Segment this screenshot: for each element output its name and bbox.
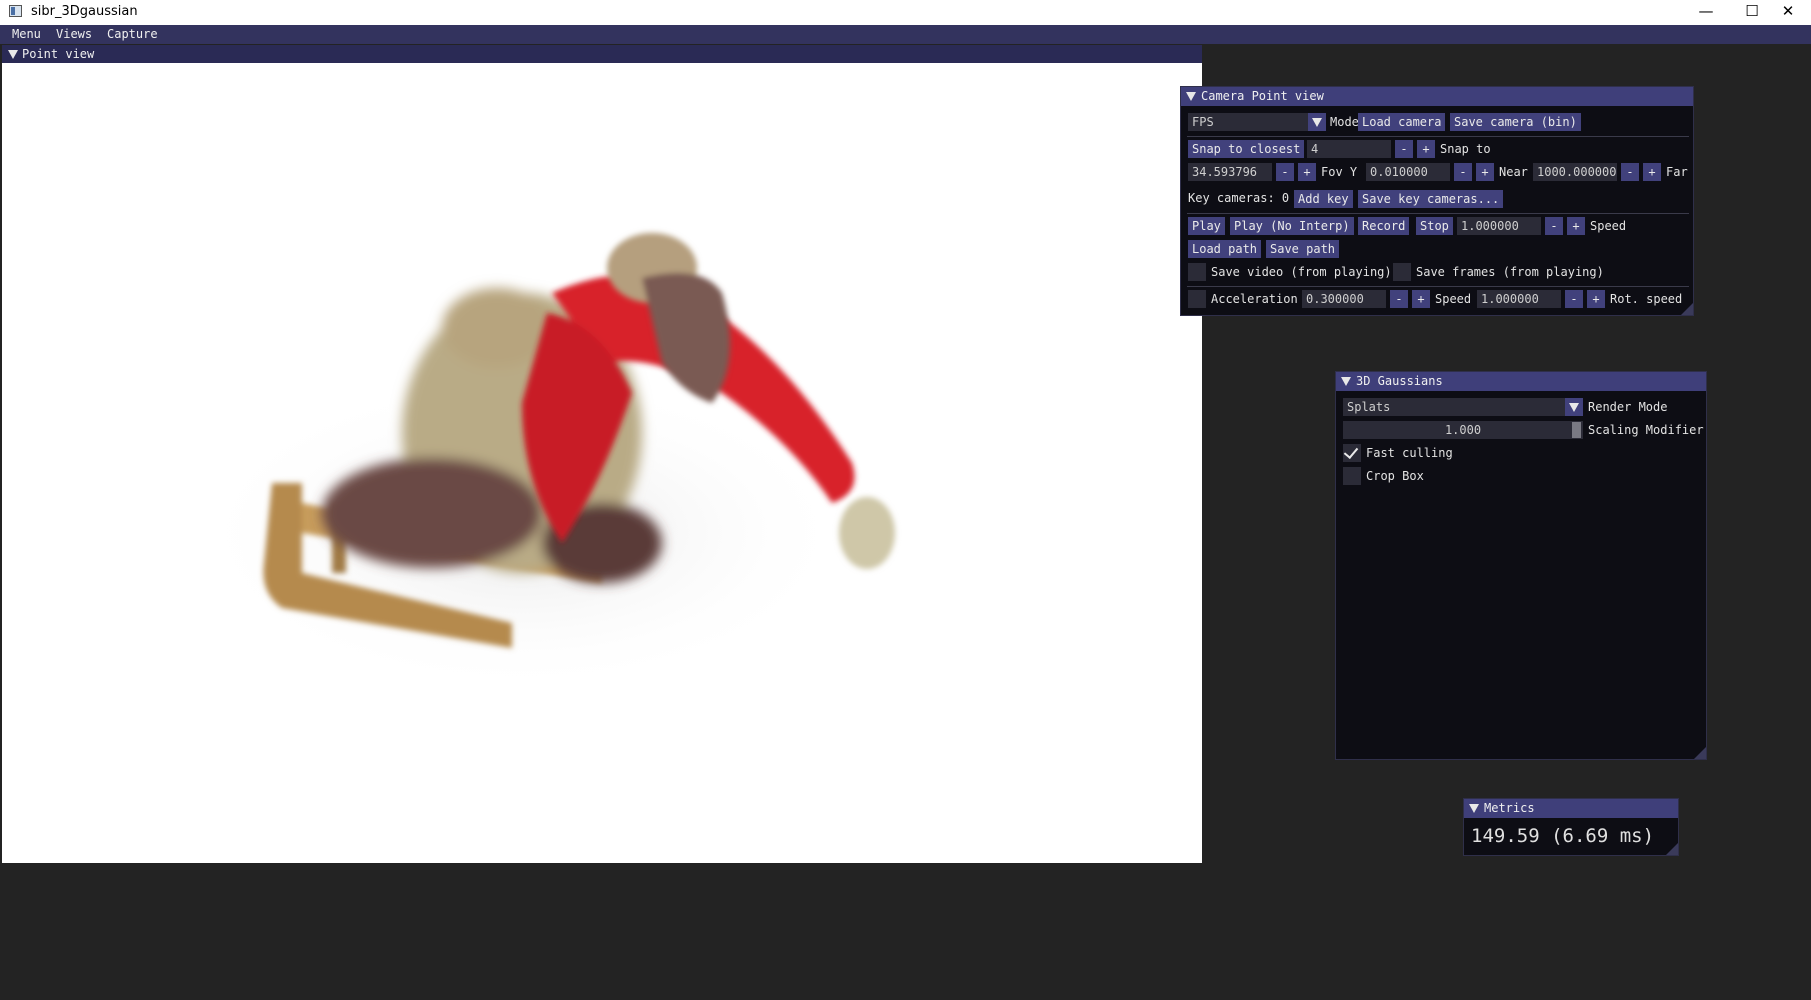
fov-label: Fov Y xyxy=(1321,165,1358,179)
snap-to-label: Snap to xyxy=(1440,142,1491,156)
mode-dropdown[interactable]: FPS xyxy=(1188,113,1310,131)
camera-panel: Camera Point view FPS Mode Load camera S… xyxy=(1180,86,1694,316)
window-title: sibr_3Dgaussian xyxy=(31,4,138,19)
scaling-modifier-label: Scaling Modifier xyxy=(1588,423,1704,437)
move-speed-increment-button[interactable]: + xyxy=(1587,290,1605,308)
playback-speed-input[interactable]: 1.000000 xyxy=(1457,217,1541,235)
resize-grip[interactable] xyxy=(1694,747,1706,759)
metrics-panel-header[interactable]: Metrics xyxy=(1464,799,1678,818)
resize-grip[interactable] xyxy=(1681,303,1693,315)
snap-increment-button[interactable]: + xyxy=(1417,140,1435,158)
render-mode-dropdown[interactable]: Splats xyxy=(1343,398,1569,416)
menu-views[interactable]: Views xyxy=(56,27,92,41)
separator xyxy=(1187,286,1689,287)
resize-grip[interactable] xyxy=(1666,843,1678,855)
collapse-arrow-icon[interactable] xyxy=(1341,377,1351,386)
minimize-button[interactable]: — xyxy=(1683,0,1729,25)
collapse-arrow-icon[interactable] xyxy=(1469,804,1479,813)
window-titlebar: sibr_3Dgaussian — ☐ ✕ xyxy=(0,0,1811,25)
record-button[interactable]: Record xyxy=(1358,217,1410,235)
checkmark-icon xyxy=(1343,443,1359,460)
acceleration-input[interactable]: 0.300000 xyxy=(1302,290,1386,308)
save-path-button[interactable]: Save path xyxy=(1266,240,1340,258)
fast-culling-label: Fast culling xyxy=(1366,446,1453,460)
point-view-header[interactable]: Point view xyxy=(2,45,1202,63)
fps-readout: 149.59 (6.69 ms) xyxy=(1471,825,1655,847)
camera-panel-title: Camera Point view xyxy=(1201,89,1324,103)
slider-handle[interactable] xyxy=(1572,422,1581,438)
render-mode-label: Render Mode xyxy=(1588,400,1668,414)
far-decrement-button[interactable]: - xyxy=(1621,163,1639,181)
chevron-down-icon xyxy=(1569,403,1579,412)
stop-button[interactable]: Stop xyxy=(1416,217,1453,235)
speed-decrement-button[interactable]: - xyxy=(1545,217,1563,235)
speed-increment-button[interactable]: + xyxy=(1567,217,1585,235)
mode-dropdown-arrow[interactable] xyxy=(1308,113,1326,131)
scaling-modifier-slider[interactable]: 1.000 xyxy=(1343,421,1583,439)
collapse-arrow-icon[interactable] xyxy=(1186,92,1196,101)
rot-speed-label: Rot. speed xyxy=(1610,292,1683,306)
render-mode-dropdown-arrow[interactable] xyxy=(1565,398,1583,416)
speed-label: Speed xyxy=(1590,219,1627,233)
move-speed-label: Speed xyxy=(1435,292,1472,306)
near-label: Near xyxy=(1499,165,1528,179)
key-cameras-label: Key cameras: 0 xyxy=(1188,191,1290,205)
far-increment-button[interactable]: + xyxy=(1643,163,1661,181)
load-camera-button[interactable]: Load camera xyxy=(1358,113,1446,131)
near-increment-button[interactable]: + xyxy=(1476,163,1494,181)
far-label: Far xyxy=(1666,165,1688,179)
snap-to-input[interactable]: 4 xyxy=(1307,140,1391,158)
save-key-cameras-button[interactable]: Save key cameras... xyxy=(1358,190,1504,208)
separator xyxy=(1187,136,1689,137)
menu-menu[interactable]: Menu xyxy=(12,27,41,41)
acceleration-increment-button[interactable]: + xyxy=(1412,290,1430,308)
play-button[interactable]: Play xyxy=(1188,217,1225,235)
fov-decrement-button[interactable]: - xyxy=(1276,163,1294,181)
acceleration-label: Acceleration xyxy=(1211,292,1298,306)
move-speed-input[interactable]: 1.000000 xyxy=(1477,290,1561,308)
rendered-scene xyxy=(192,233,895,693)
far-input[interactable]: 1000.000000 xyxy=(1533,163,1617,181)
menu-capture[interactable]: Capture xyxy=(107,27,158,41)
crop-box-label: Crop Box xyxy=(1366,469,1424,483)
metrics-panel-title: Metrics xyxy=(1484,801,1535,815)
save-frames-label: Save frames (from playing) xyxy=(1416,265,1604,279)
menubar: Menu Views Capture xyxy=(0,25,1811,44)
render-viewport[interactable] xyxy=(2,63,1202,863)
save-camera-button[interactable]: Save camera (bin) xyxy=(1450,113,1581,131)
mode-label: Mode xyxy=(1330,115,1359,129)
fov-input[interactable]: 34.593796 xyxy=(1188,163,1272,181)
fast-culling-checkbox[interactable] xyxy=(1343,443,1361,462)
close-button[interactable]: ✕ xyxy=(1765,0,1811,25)
separator xyxy=(1187,213,1689,214)
gaussians-panel: 3D Gaussians Splats Render Mode 1.000 Sc… xyxy=(1335,371,1707,760)
snap-to-closest-button[interactable]: Snap to closest xyxy=(1188,140,1305,158)
near-decrement-button[interactable]: - xyxy=(1454,163,1472,181)
save-video-label: Save video (from playing) xyxy=(1211,265,1392,279)
load-path-button[interactable]: Load path xyxy=(1188,240,1262,258)
crop-box-checkbox[interactable] xyxy=(1343,467,1361,485)
point-view-title: Point view xyxy=(22,47,95,61)
metrics-panel: Metrics 149.59 (6.69 ms) xyxy=(1463,798,1679,856)
save-frames-checkbox[interactable] xyxy=(1393,263,1411,281)
add-key-button[interactable]: Add key xyxy=(1294,190,1353,208)
gaussians-panel-header[interactable]: 3D Gaussians xyxy=(1336,372,1706,391)
acceleration-checkbox[interactable] xyxy=(1188,290,1206,308)
snap-decrement-button[interactable]: - xyxy=(1395,140,1413,158)
near-input[interactable]: 0.010000 xyxy=(1366,163,1450,181)
gaussians-panel-title: 3D Gaussians xyxy=(1356,374,1443,388)
fov-increment-button[interactable]: + xyxy=(1298,163,1316,181)
save-video-checkbox[interactable] xyxy=(1188,263,1206,281)
camera-panel-header[interactable]: Camera Point view xyxy=(1181,87,1693,106)
collapse-arrow-icon[interactable] xyxy=(8,50,18,59)
move-speed-decrement-button[interactable]: - xyxy=(1565,290,1583,308)
app-icon xyxy=(9,5,22,17)
play-no-interp-button[interactable]: Play (No Interp) xyxy=(1230,217,1354,235)
acceleration-decrement-button[interactable]: - xyxy=(1390,290,1408,308)
chevron-down-icon xyxy=(1312,118,1322,127)
